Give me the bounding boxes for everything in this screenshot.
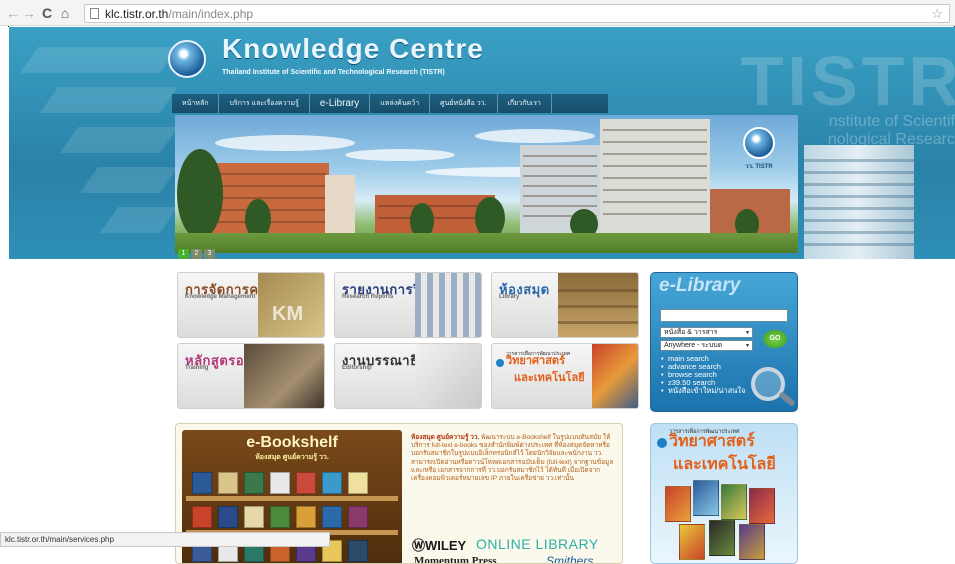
journal-cover bbox=[749, 488, 775, 524]
library-image bbox=[558, 273, 638, 337]
tile-editorship[interactable]: งานบรรณาธิการ Editorship bbox=[334, 343, 482, 409]
book-row bbox=[192, 506, 392, 528]
elibrary-search-input[interactable] bbox=[660, 309, 788, 322]
journal-cover bbox=[709, 520, 735, 556]
elibrary-go-button[interactable]: GO bbox=[763, 330, 787, 348]
journal-cover bbox=[693, 480, 719, 516]
home-icon[interactable]: ⌂ bbox=[58, 4, 72, 22]
site-title[interactable]: Knowledge Centre bbox=[222, 33, 484, 65]
banner-logo-text: วว. TISTR bbox=[745, 164, 773, 170]
status-bar: klc.tistr.or.th/main/services.php bbox=[0, 532, 330, 547]
science-journal-panel[interactable]: วารสารเพื่อการพัฒนาประเทศ วิทยาศาสตร์ แล… bbox=[650, 423, 798, 564]
online-library-logo[interactable]: ONLINE LIBRARY bbox=[476, 536, 599, 552]
slide-dot[interactable]: 1 bbox=[178, 249, 189, 259]
journal-title: วิทยาศาสตร์ bbox=[669, 433, 755, 450]
watermark-line-1: nstitute of Scientif bbox=[828, 113, 955, 130]
slide-dot[interactable]: 2 bbox=[191, 249, 202, 259]
browser-window: ← → C ⌂ klc.tistr.or.th/main/index.php ☆… bbox=[0, 0, 955, 564]
journal-bullet-icon bbox=[657, 438, 667, 448]
tile-subtitle: Library bbox=[499, 294, 520, 300]
tile-subtitle: Editorship bbox=[342, 365, 372, 371]
tile-knowledge-management[interactable]: การจัดการความรู้ Knowledge Management KM bbox=[177, 272, 325, 338]
back-icon[interactable]: ← bbox=[6, 4, 20, 22]
wiley-logo[interactable]: ⓌWILEY bbox=[412, 535, 466, 554]
menu-item-elibrary[interactable]: e-Library bbox=[310, 94, 371, 113]
journal-cover bbox=[739, 524, 765, 560]
tile-subtitle: Training bbox=[185, 365, 209, 371]
book-row bbox=[192, 472, 392, 494]
page-icon bbox=[90, 8, 99, 19]
url-text: klc.tistr.or.th/main/index.php bbox=[105, 6, 253, 22]
momentum-press-logo[interactable]: Momentum Press bbox=[414, 555, 497, 563]
forward-icon[interactable]: → bbox=[22, 4, 36, 22]
browser-toolbar: ← → C ⌂ klc.tistr.or.th/main/index.php ☆ bbox=[0, 0, 955, 26]
url-host: klc.tistr.or.th bbox=[105, 7, 169, 21]
tile-library[interactable]: ห้องสมุด Library bbox=[491, 272, 639, 338]
ebookshelf-heading: e-Bookshelf bbox=[246, 434, 338, 451]
ebookshelf-subheading: ห้องสมุด ศูนย์ความรู้ วว. bbox=[255, 454, 329, 461]
tile-subtitle: Research Reports bbox=[342, 294, 394, 300]
elibrary-title: e-Library bbox=[659, 275, 741, 296]
tile-research-reports[interactable]: รายงานการวิจัย Research Reports bbox=[334, 272, 482, 338]
ebookshelf-description: ห้องสมุด ศูนย์ความรู้ วว. พัฒนาระบบ e-Bo… bbox=[411, 434, 617, 483]
tile-subtitle: Knowledge Management bbox=[185, 294, 256, 300]
smithers-logo[interactable]: Smithers bbox=[546, 554, 593, 563]
tile-science-journal[interactable]: วารสารเพื่อการพัฒนาประเทศ วิทยาศาสตร์ แล… bbox=[491, 343, 639, 409]
journal-cover bbox=[721, 484, 747, 520]
journal-title-2: และเทคโนโลยี bbox=[514, 372, 585, 384]
menu-item-services[interactable]: บริการ และเรื่องความรู้ bbox=[219, 94, 310, 113]
logo-globe-icon[interactable] bbox=[168, 40, 206, 78]
link-new-books[interactable]: หนังสือเข้าใหม่/น่าสนใจ bbox=[661, 387, 745, 396]
elibrary-scope-select[interactable]: Anywhere - ระบบด bbox=[660, 340, 753, 351]
reload-icon[interactable]: C bbox=[40, 4, 54, 22]
km-image: KM bbox=[258, 273, 324, 337]
bookmark-star-icon[interactable]: ☆ bbox=[931, 6, 943, 22]
ebookshelf-body: พัฒนาระบบ e-Bookshelf ในรูปแบบทันสมัย ให… bbox=[411, 434, 614, 483]
reports-image bbox=[415, 273, 481, 337]
lawn bbox=[175, 233, 798, 253]
journal-cover bbox=[665, 486, 691, 522]
ebookshelf-lead: ห้องสมุด ศูนย์ความรู้ วว. bbox=[411, 434, 480, 441]
tistr-watermark: TISTR bbox=[740, 42, 955, 120]
tistr-logo-icon bbox=[743, 127, 775, 159]
editorship-image bbox=[415, 344, 481, 408]
menu-item-about[interactable]: เกี่ยวกับเรา bbox=[498, 94, 552, 113]
url-path: /main/index.php bbox=[168, 7, 254, 21]
tile-training[interactable]: หลักสูตรอบรม Training bbox=[177, 343, 325, 409]
training-image bbox=[244, 344, 324, 408]
elibrary-collection-select[interactable]: หนังสือ & วารสาร bbox=[660, 327, 753, 338]
background-building bbox=[804, 145, 914, 259]
main-menu: หน้าหลัก บริการ และเรื่องความรู้ e-Libra… bbox=[172, 94, 608, 113]
menu-item-resources[interactable]: แหล่งค้นคว้า bbox=[370, 94, 431, 113]
journal-cover bbox=[679, 524, 705, 560]
journal-title-2: และเทคโนโลยี bbox=[673, 456, 776, 473]
elibrary-panel: e-Library หนังสือ & วารสาร Anywhere - ระ… bbox=[650, 272, 798, 412]
km-overlay-text: KM bbox=[272, 303, 304, 325]
menu-item-home[interactable]: หน้าหลัก bbox=[172, 94, 220, 113]
site-subtitle: Thailand Institute of Scientific and Tec… bbox=[222, 69, 445, 76]
journal-bullet-icon bbox=[496, 359, 504, 367]
elibrary-links: main search advance search browse search… bbox=[661, 355, 745, 396]
banner-photo: วว. TISTR bbox=[175, 115, 798, 253]
slide-pager: 1 2 3 bbox=[178, 249, 215, 259]
slide-dot[interactable]: 3 bbox=[204, 249, 215, 259]
address-bar[interactable]: klc.tistr.or.th/main/index.php ☆ bbox=[84, 4, 950, 23]
menu-item-bookcenter[interactable]: ศูนย์หนังสือ วว. bbox=[430, 94, 498, 113]
journal-covers-image bbox=[592, 344, 638, 408]
page-content: TISTR nstitute of Scientif nological Res… bbox=[0, 27, 955, 564]
journal-title: วิทยาศาสตร์ bbox=[506, 355, 565, 367]
magnifier-handle bbox=[778, 390, 796, 408]
